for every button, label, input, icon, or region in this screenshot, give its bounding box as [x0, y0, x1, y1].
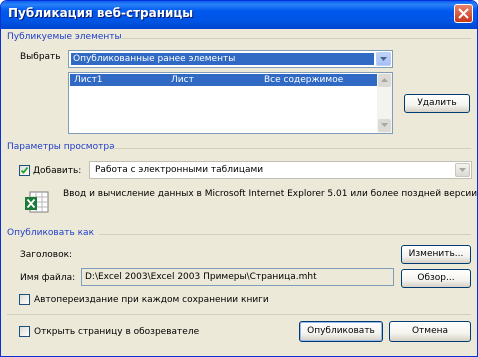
cancel-button[interactable]: Отмена [389, 321, 471, 342]
list-cell-type: Лист [171, 75, 194, 85]
delete-button-label: Удалить [417, 98, 457, 108]
publish-as-group-label: Опубликовать как [7, 228, 95, 238]
select-dropdown-button[interactable] [376, 52, 391, 66]
add-label: Добавить: [33, 166, 82, 176]
publish-button-label: Опубликовать [307, 326, 375, 336]
scroll-down-button[interactable] [378, 119, 391, 132]
close-button[interactable] [454, 4, 473, 23]
group-divider [119, 38, 471, 39]
published-items-list[interactable]: Лист1 Лист Все содержимое [68, 72, 393, 134]
group-divider [99, 234, 471, 235]
browse-button-label: Обзор... [417, 273, 455, 283]
view-description: Ввод и вычисление данных в Microsoft Int… [63, 189, 478, 199]
title-label: Заголовок: [20, 250, 73, 260]
footer-divider [7, 314, 471, 315]
filename-label: Имя файла: [20, 273, 76, 283]
select-label: Выбрать [20, 52, 61, 62]
group-divider [113, 148, 471, 149]
add-combobox-value: Работа с электронными таблицами [95, 165, 264, 175]
published-items-group-label: Публикуемые элементы [7, 32, 122, 42]
dialog-window: Публикация веб-страницы Публикуемые элем… [0, 0, 478, 357]
open-in-browser-checkbox[interactable] [19, 326, 30, 337]
publish-button[interactable]: Опубликовать [299, 321, 383, 342]
dropdown-arrow-icon [459, 168, 466, 172]
select-combobox[interactable]: Опубликованные ранее элементы [68, 50, 393, 68]
list-scrollbar[interactable] [377, 73, 392, 133]
browse-button[interactable]: Обзор... [401, 269, 471, 288]
excel-spreadsheet-icon [25, 191, 49, 213]
checkmark-icon [20, 166, 29, 174]
select-combobox-value: Опубликованные ранее элементы [73, 54, 236, 64]
add-combobox[interactable]: Работа с электронными таблицами [89, 161, 472, 179]
scroll-down-icon [381, 123, 388, 127]
add-checkbox[interactable] [19, 165, 30, 176]
filename-value: D:\Excel 2003\Excel 2003 Примеры\Страниц… [85, 272, 317, 282]
filename-field[interactable]: D:\Excel 2003\Excel 2003 Примеры\Страниц… [81, 268, 394, 286]
scroll-up-button[interactable] [378, 74, 391, 87]
close-icon [458, 8, 469, 19]
list-row[interactable]: Лист1 Лист Все содержимое [70, 74, 377, 86]
title-bar: Публикация веб-страницы [1, 1, 477, 29]
list-cell-content: Все содержимое [264, 75, 344, 85]
window-title: Публикация веб-страницы [8, 6, 194, 20]
autorepublish-checkbox[interactable] [19, 294, 30, 305]
autorepublish-label: Автопереиздание при каждом сохранении кн… [34, 295, 269, 305]
view-options-group-label: Параметры просмотра [7, 142, 115, 152]
delete-button[interactable]: Удалить [404, 94, 470, 113]
list-cell-name: Лист1 [74, 75, 103, 85]
dropdown-arrow-icon [380, 57, 387, 61]
cancel-button-label: Отмена [411, 326, 449, 336]
add-dropdown-button[interactable] [455, 163, 470, 177]
open-in-browser-label: Открыть страницу в обозревателе [34, 327, 200, 337]
scroll-up-icon [381, 78, 388, 82]
change-title-button[interactable]: Изменить... [401, 245, 471, 264]
change-title-button-label: Изменить... [408, 249, 464, 259]
